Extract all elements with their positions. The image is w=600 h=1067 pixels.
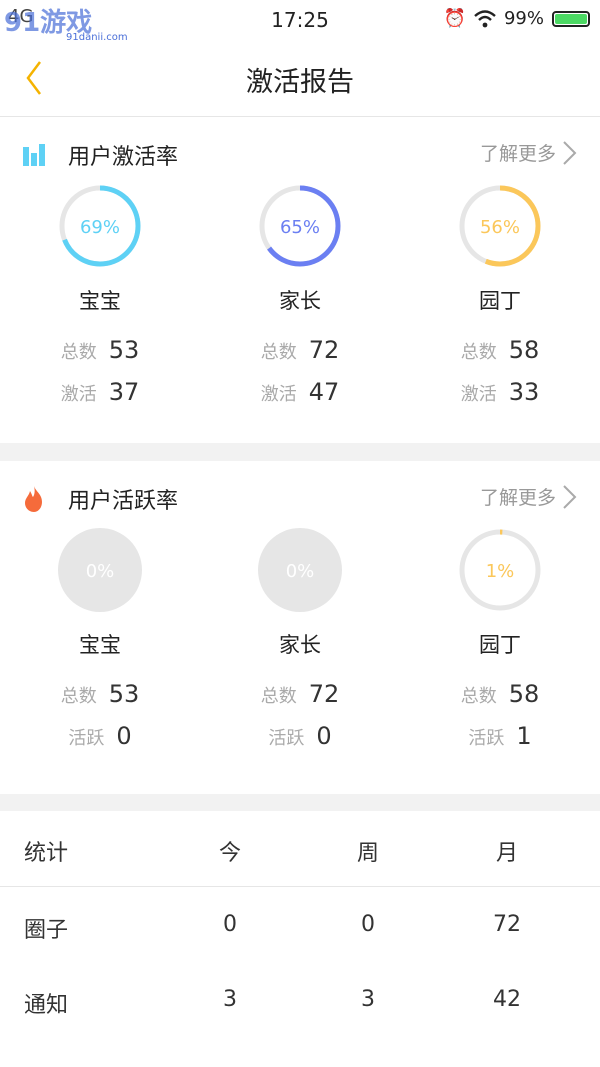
stat-sub-label: 活跃 — [268, 728, 305, 749]
stat-sub: 激活 33 — [400, 371, 600, 413]
stat-sub-value: 1 — [516, 722, 532, 750]
active-column: 0% 宝宝 总数 53 活跃 0 — [0, 527, 200, 757]
ring-percent: 0% — [286, 561, 315, 582]
chevron-right-icon — [563, 484, 577, 509]
stats-table-header: 统计 今 周 月 — [0, 811, 600, 887]
battery-icon — [552, 10, 590, 27]
more-label: 了解更多 — [479, 487, 556, 509]
header-stat: 统计 — [24, 841, 69, 866]
row-label: 通知 — [24, 993, 69, 1018]
stat-sub-value: 37 — [108, 378, 140, 406]
nav-bar: 激活报告 — [0, 40, 600, 117]
stat-total-value: 72 — [308, 336, 340, 364]
stat-sub-value: 33 — [508, 378, 540, 406]
category-name: 宝宝 — [79, 289, 121, 313]
active-column: 0% 家长 总数 72 活跃 0 — [200, 527, 400, 757]
active-card: 用户活跃率 了解更多 0% 宝宝 总数 53 活跃 0 0% 家长 总数 72 活跃 0 1% 园丁 总数 5… — [0, 461, 600, 794]
row-month: 72 — [493, 912, 521, 937]
stat-total-label: 总数 — [60, 686, 97, 707]
battery-percent: 99% — [503, 8, 544, 29]
stat-sub-label: 活跃 — [68, 728, 105, 749]
progress-ring: 65% — [259, 185, 341, 267]
active-column: 1% 园丁 总数 58 活跃 1 — [400, 527, 600, 757]
progress-ring: 0% — [58, 528, 142, 612]
stat-total: 总数 53 — [0, 673, 200, 715]
stat-total: 总数 58 — [400, 673, 600, 715]
stat-total-value: 53 — [108, 680, 140, 708]
category-name: 家长 — [279, 633, 321, 657]
activation-column: 65% 家长总数 72 激活 47 — [200, 183, 400, 413]
stat-sub-value: 0 — [316, 722, 332, 750]
stat-total-label: 总数 — [60, 342, 97, 363]
ring-percent: 69% — [80, 217, 120, 238]
stat-total: 总数 58 — [400, 329, 600, 371]
chevron-right-icon — [563, 140, 577, 165]
activation-column: 56% 园丁总数 58 激活 33 — [400, 183, 600, 413]
stat-sub-value: 0 — [116, 722, 132, 750]
stat-sub-value: 47 — [308, 378, 340, 406]
stat-sub-label: 活跃 — [468, 728, 505, 749]
category-name: 宝宝 — [79, 633, 121, 657]
row-week: 3 — [361, 987, 375, 1012]
stat-total: 总数 53 — [0, 329, 200, 371]
stats-table: 统计 今 周 月 圈子 0 0 72 通知 3 3 42 — [0, 811, 600, 1067]
ring-percent: 56% — [480, 217, 520, 238]
row-today: 0 — [223, 912, 237, 937]
stat-total-label: 总数 — [460, 686, 497, 707]
ring-percent: 0% — [86, 561, 115, 582]
fire-icon — [25, 486, 42, 512]
active-more-link[interactable]: 了解更多 — [480, 483, 578, 510]
progress-ring: 56% — [459, 185, 541, 267]
stat-sub-label: 激活 — [460, 384, 497, 405]
stat-sub-label: 激活 — [60, 384, 97, 405]
category-name: 园丁 — [479, 633, 521, 657]
stat-total: 总数 72 — [200, 673, 400, 715]
progress-ring: 69% — [59, 185, 141, 267]
stat-sub: 活跃 0 — [0, 715, 200, 757]
more-label: 了解更多 — [479, 143, 556, 165]
activation-column: 69% 宝宝总数 53 激活 37 — [0, 183, 200, 413]
page-title: 激活报告 — [246, 67, 354, 98]
wifi-icon — [474, 9, 496, 27]
header-week: 周 — [356, 841, 379, 866]
stat-total-value: 53 — [108, 336, 140, 364]
table-row: 通知 3 3 42 — [0, 963, 600, 1038]
row-today: 3 — [223, 987, 237, 1012]
stat-total-label: 总数 — [260, 342, 297, 363]
stat-total-value: 72 — [308, 680, 340, 708]
activation-title: 用户激活率 — [68, 145, 179, 170]
row-week: 0 — [361, 912, 375, 937]
row-label: 圈子 — [24, 918, 69, 943]
activation-card: 用户激活率 了解更多 69% 宝宝总数 53 激活 37 65% 家长总数 72 激活 47 56%… — [0, 117, 600, 443]
activation-header: 用户激活率 — [22, 139, 178, 171]
active-header: 用户活跃率 — [22, 483, 178, 515]
stat-sub-label: 激活 — [260, 384, 297, 405]
stat-total-label: 总数 — [260, 686, 297, 707]
ring-percent: 1% — [486, 561, 515, 582]
stat-sub: 活跃 0 — [200, 715, 400, 757]
active-title: 用户活跃率 — [68, 489, 179, 514]
progress-ring: 1% — [459, 529, 541, 611]
stat-sub: 激活 37 — [0, 371, 200, 413]
stat-sub: 激活 47 — [200, 371, 400, 413]
status-right: ⏰ 99% — [444, 8, 590, 29]
stat-sub: 活跃 1 — [400, 715, 600, 757]
activation-more-link[interactable]: 了解更多 — [480, 139, 578, 166]
alarm-icon: ⏰ — [443, 8, 466, 29]
category-name: 家长 — [279, 289, 321, 313]
category-name: 园丁 — [479, 289, 521, 313]
stat-total-value: 58 — [508, 680, 540, 708]
bar-chart-icon — [23, 144, 45, 166]
stat-total-value: 58 — [508, 336, 540, 364]
table-row: 圈子 0 0 72 — [0, 888, 600, 963]
stat-total-label: 总数 — [460, 342, 497, 363]
stat-total: 总数 72 — [200, 329, 400, 371]
ring-percent: 65% — [280, 217, 320, 238]
progress-ring: 0% — [258, 528, 342, 612]
header-today: 今 — [218, 841, 241, 866]
row-month: 42 — [493, 987, 521, 1012]
header-month: 月 — [495, 841, 518, 866]
